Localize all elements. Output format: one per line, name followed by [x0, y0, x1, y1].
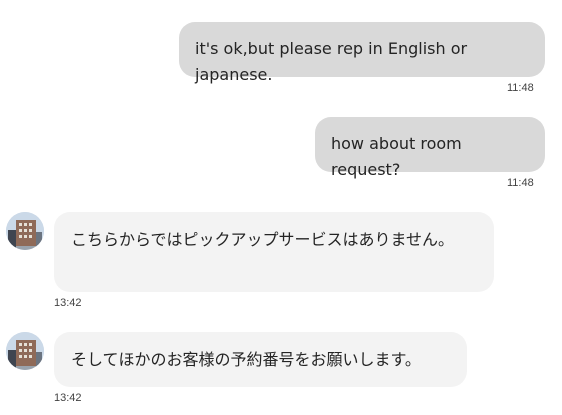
message-timestamp: 11:48 — [507, 82, 534, 94]
message-text: it's ok,but please rep in English or jap… — [195, 39, 468, 84]
chat-thread: it's ok,but please rep in English or jap… — [0, 0, 562, 415]
message-text: こちらからではピックアップサービスはありません。 — [71, 230, 455, 249]
message-timestamp: 13:42 — [54, 392, 82, 404]
outgoing-message-bubble[interactable]: how about room request? — [315, 117, 545, 179]
outgoing-message-bubble[interactable]: it's ok,but please rep in English or jap… — [179, 22, 545, 84]
hotel-building-avatar-icon[interactable] — [6, 332, 44, 370]
message-timestamp: 13:42 — [54, 297, 82, 309]
message-timestamp: 11:48 — [507, 177, 534, 189]
message-text: how about room request? — [331, 134, 462, 179]
incoming-message-bubble[interactable]: そしてほかのお客様の予約番号をお願いします。 — [54, 332, 467, 387]
hotel-building-avatar-icon[interactable] — [6, 212, 44, 250]
incoming-message-bubble[interactable]: こちらからではピックアップサービスはありません。 — [54, 212, 494, 292]
message-text: そしてほかのお客様の予約番号をお願いします。 — [71, 350, 421, 369]
